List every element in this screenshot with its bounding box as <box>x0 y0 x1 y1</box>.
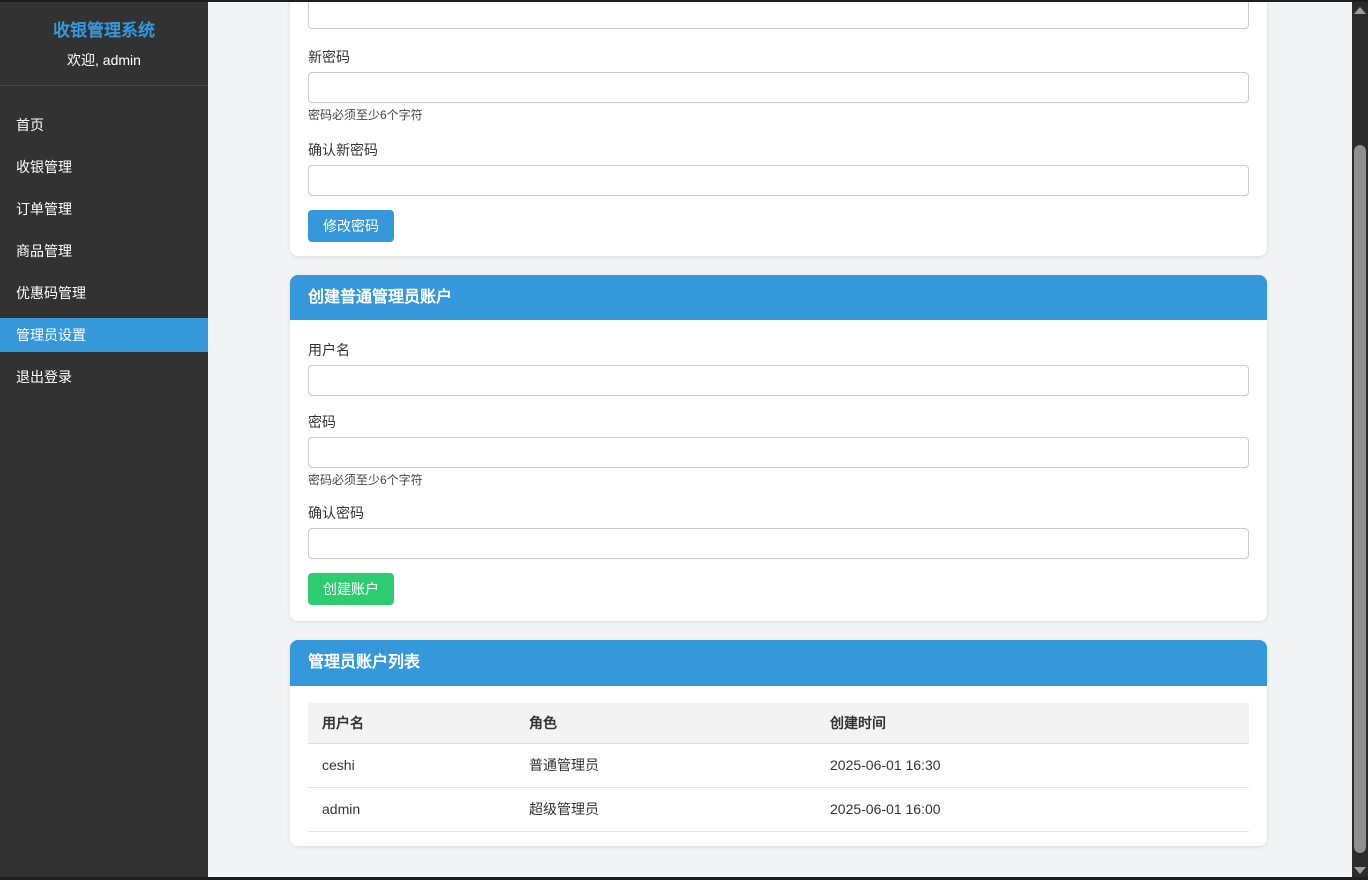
change-password-button[interactable]: 修改密码 <box>308 210 394 242</box>
table-row: ceshi 普通管理员 2025-06-01 16:30 <box>308 743 1249 788</box>
column-header-username: 用户名 <box>308 703 515 744</box>
sidebar: 收银管理系统 欢迎, admin 首页 收银管理 订单管理 商品管理 优惠码管理… <box>0 0 208 880</box>
password-label: 密码 <box>308 414 336 430</box>
main-area: 新密码 密码必须至少6个字符 确认新密码 修改密码 创建普通管理员账户 用户名 … <box>208 0 1352 880</box>
confirm-new-password-label: 确认新密码 <box>308 142 378 158</box>
scrollbar-thumb[interactable] <box>1354 145 1366 853</box>
new-password-hint: 密码必须至少6个字符 <box>308 108 423 122</box>
sidebar-item-orders[interactable]: 订单管理 <box>0 192 208 226</box>
app-title: 收银管理系统 <box>53 21 155 40</box>
table-row: admin 超级管理员 2025-06-01 16:00 <box>308 787 1249 832</box>
cell-created: 2025-06-01 16:00 <box>816 787 1249 832</box>
new-password-label: 新密码 <box>308 49 350 65</box>
password-input[interactable] <box>308 437 1249 468</box>
cell-username: admin <box>308 787 515 832</box>
sidebar-menu: 首页 收银管理 订单管理 商品管理 优惠码管理 管理员设置 退出登录 <box>0 86 208 394</box>
create-admin-panel-body: 用户名 密码 密码必须至少6个字符 确认密码 创建账户 <box>290 320 1267 621</box>
admin-list-panel-body: 用户名 角色 创建时间 ceshi 普通管理员 2025-06-01 16:30 <box>290 686 1267 846</box>
cell-role: 超级管理员 <box>515 787 816 832</box>
scroll-down-arrow-icon[interactable] <box>1354 867 1366 874</box>
new-password-input[interactable] <box>308 72 1249 103</box>
username-label: 用户名 <box>308 342 350 358</box>
confirm-new-password-input[interactable] <box>308 165 1249 196</box>
admin-list-panel-title: 管理员账户列表 <box>290 640 1267 686</box>
username-input[interactable] <box>308 365 1249 396</box>
sidebar-item-products[interactable]: 商品管理 <box>0 234 208 268</box>
sidebar-item-logout[interactable]: 退出登录 <box>0 360 208 394</box>
scroll-up-arrow-icon[interactable] <box>1354 7 1366 14</box>
password-hint: 密码必须至少6个字符 <box>308 473 423 487</box>
confirm-password-label: 确认密码 <box>308 505 364 521</box>
confirm-password-input[interactable] <box>308 528 1249 559</box>
sidebar-item-home[interactable]: 首页 <box>0 108 208 142</box>
column-header-role: 角色 <box>515 703 816 744</box>
window-top-edge <box>0 0 1368 2</box>
admin-table: 用户名 角色 创建时间 ceshi 普通管理员 2025-06-01 16:30 <box>308 703 1249 832</box>
create-account-button[interactable]: 创建账户 <box>308 573 394 605</box>
change-password-panel: 新密码 密码必须至少6个字符 确认新密码 修改密码 <box>290 0 1267 256</box>
table-header-row: 用户名 角色 创建时间 <box>308 703 1249 744</box>
cell-created: 2025-06-01 16:30 <box>816 743 1249 788</box>
cell-role: 普通管理员 <box>515 743 816 788</box>
sidebar-item-admin-settings[interactable]: 管理员设置 <box>0 318 208 352</box>
column-header-created: 创建时间 <box>816 703 1249 744</box>
content-column: 新密码 密码必须至少6个字符 确认新密码 修改密码 创建普通管理员账户 用户名 … <box>290 0 1267 846</box>
screen: 收银管理系统 欢迎, admin 首页 收银管理 订单管理 商品管理 优惠码管理… <box>0 0 1368 880</box>
sidebar-header: 收银管理系统 欢迎, admin <box>0 0 208 86</box>
create-admin-panel: 创建普通管理员账户 用户名 密码 密码必须至少6个字符 确认密码 创建账户 <box>290 275 1267 621</box>
sidebar-item-cashier[interactable]: 收银管理 <box>0 150 208 184</box>
current-password-input[interactable] <box>308 0 1249 29</box>
admin-list-panel: 管理员账户列表 用户名 角色 创建时间 ceshi 普通管理员 2025-06-… <box>290 640 1267 846</box>
welcome-text: 欢迎, admin <box>67 52 141 68</box>
cell-username: ceshi <box>308 743 515 788</box>
vertical-scrollbar[interactable] <box>1352 0 1368 880</box>
sidebar-item-coupons[interactable]: 优惠码管理 <box>0 276 208 310</box>
create-admin-panel-title: 创建普通管理员账户 <box>290 275 1267 320</box>
